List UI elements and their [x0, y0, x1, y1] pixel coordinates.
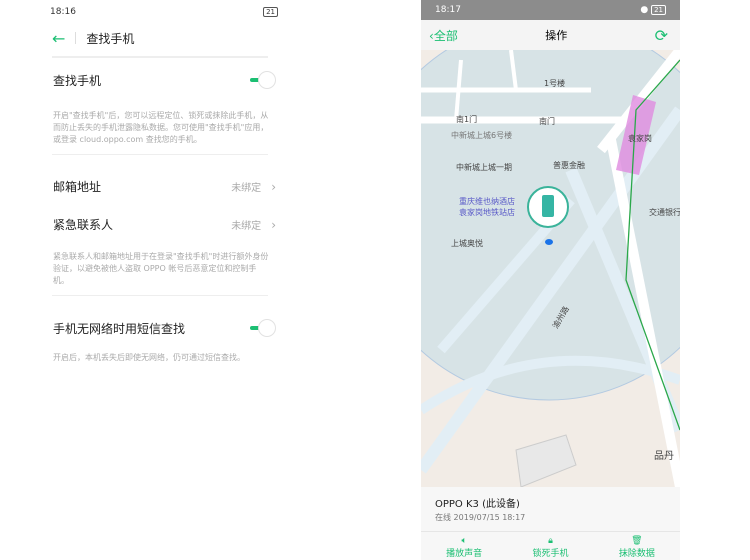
map-label[interactable]: 品丹	[654, 447, 674, 462]
action-label: 锁死手机	[532, 549, 569, 559]
contact-desc: 紧急联系人和邮箱地址用于在登录"查找手机"时进行额外身份验证，以避免被他人盗取 …	[53, 252, 269, 285]
page-title: 操作	[545, 29, 568, 42]
back-button[interactable]: ‹全部	[429, 27, 458, 44]
status-time: 18:16	[50, 7, 76, 17]
back-arrow-icon[interactable]: ←	[52, 29, 65, 48]
map-label[interactable]: 交通银行	[649, 207, 680, 218]
map-label[interactable]: 1号楼	[544, 78, 565, 89]
find-phone-map-screen: 18:17 ● 21 ‹全部 操作 ⟳ 1号楼 南1门 南门 中新城上城6号楼 …	[421, 0, 680, 560]
device-name: OPPO K3 (此设备)	[435, 499, 520, 510]
email-value: 未绑定	[231, 182, 262, 194]
map-label[interactable]: 普惠金融	[553, 160, 585, 171]
contact-label: 紧急联系人	[53, 217, 114, 232]
device-sheet: OPPO K3 (此设备) 在线 2019/07/15 18:17 🔈︎ 播放声音…	[421, 487, 680, 560]
sms-toggle[interactable]	[250, 319, 276, 337]
map-label[interactable]: 袁家岗地铁站店	[459, 207, 515, 218]
page-title: 查找手机	[86, 31, 135, 46]
find-phone-toggle[interactable]	[250, 71, 276, 89]
trash-icon: 🗑︎	[631, 536, 643, 546]
lock-phone-button[interactable]: 🔒︎ 锁死手机	[532, 536, 568, 559]
erase-data-button[interactable]: 🗑︎ 抹除数据	[619, 536, 655, 559]
map[interactable]: 1号楼 南1门 南门 中新城上城6号楼 袁家岗 中新城上城一期 普惠金融 重庆维…	[421, 50, 680, 487]
map-label[interactable]: 南1门	[456, 114, 477, 125]
action-label: 抹除数据	[618, 549, 655, 559]
battery-icon: 21	[651, 5, 666, 15]
header: ‹全部 操作 ⟳	[421, 20, 680, 50]
find-phone-desc: 开启"查找手机"后，您可以远程定位、锁死或抹除此手机，从而防止丢失的手机泄露隐私…	[53, 111, 269, 144]
chevron-right-icon: ›	[271, 179, 276, 194]
find-phone-row: 查找手机	[30, 60, 290, 100]
sms-label: 手机无网络时用短信查找	[53, 321, 186, 336]
sms-desc: 开启后，本机丢失后即使无网络，仍可通过短信查找。	[53, 353, 245, 362]
status-time: 18:17	[435, 5, 461, 15]
email-row[interactable]: 邮箱地址 未绑定 ›	[30, 167, 290, 205]
map-label[interactable]: 中新城上城6号楼	[451, 130, 512, 141]
emergency-contact-row[interactable]: 紧急联系人 未绑定 ›	[30, 205, 290, 243]
contact-value: 未绑定	[231, 220, 262, 232]
device-status: 在线 2019/07/15 18:17	[421, 510, 680, 523]
lock-icon: 🔒︎	[548, 536, 553, 546]
chevron-right-icon: ›	[271, 217, 276, 232]
action-label: 播放声音	[446, 549, 483, 559]
header: ← 查找手机	[30, 24, 290, 52]
status-bar: 18:16 21	[30, 0, 290, 24]
map-label[interactable]: 南门	[539, 116, 555, 127]
location-icon: ●	[640, 5, 649, 15]
find-phone-settings-screen: 18:16 21 ← 查找手机 查找手机 开启"查找手机"后，您可以远程定位、锁…	[30, 0, 290, 560]
find-phone-label: 查找手机	[53, 73, 102, 88]
map-label[interactable]: 重庆维也纳酒店	[459, 196, 515, 207]
map-label[interactable]: 上城奥悦	[451, 238, 483, 249]
sms-row: 手机无网络时用短信查找	[30, 308, 290, 348]
battery-icon: 21	[263, 7, 278, 17]
status-bar: 18:17 ● 21	[421, 0, 680, 20]
refresh-icon[interactable]: ⟳	[655, 26, 668, 45]
speaker-icon: 🔈︎	[461, 536, 467, 546]
online-status: 在线	[435, 513, 451, 522]
last-seen-time: 2019/07/15 18:17	[453, 513, 526, 522]
play-sound-button[interactable]: 🔈︎ 播放声音	[446, 536, 482, 559]
email-label: 邮箱地址	[53, 179, 102, 194]
map-label[interactable]: 袁家岗	[628, 133, 652, 144]
back-label: 全部	[433, 28, 458, 43]
map-label[interactable]: 中新城上城一期	[456, 162, 512, 173]
